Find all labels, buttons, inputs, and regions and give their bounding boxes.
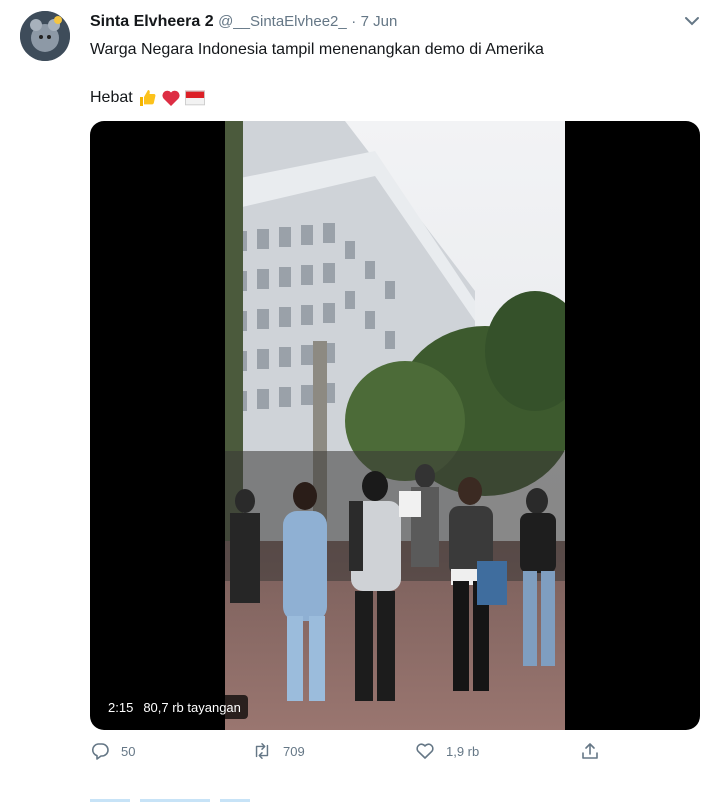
indonesia-flag-icon <box>184 88 205 108</box>
tweet[interactable]: Sinta Elvheera 2 @__SintaElvhee2_ · 7 Ju… <box>0 0 720 802</box>
tweet-header: Sinta Elvheera 2 @__SintaElvhee2_ · 7 Ju… <box>90 13 397 31</box>
video-view-count: 80,7 rb tayangan <box>143 699 241 715</box>
video-duration: 2:15 <box>108 699 134 715</box>
reply-count: 50 <box>121 743 136 759</box>
video-player[interactable]: 2:15 80,7 rb tayangan <box>90 121 700 730</box>
tweet-text-line-1: Warga Negara Indonesia tampil menenangka… <box>90 41 544 58</box>
tweet-timestamp[interactable]: 7 Jun <box>361 13 398 30</box>
like-count: 1,9 rb <box>446 743 480 759</box>
reply-icon <box>91 743 109 760</box>
chevron-down-icon[interactable] <box>683 14 701 28</box>
tweet-text-line-2: Hebat <box>90 88 205 108</box>
thumbs-up-icon <box>137 88 157 108</box>
display-name[interactable]: Sinta Elvheera 2 <box>90 13 214 30</box>
avatar[interactable] <box>20 11 70 61</box>
share-button[interactable] <box>580 741 600 761</box>
separator: · <box>351 13 357 30</box>
tweet-actions: 50 709 1,9 rb <box>90 741 620 767</box>
like-button[interactable]: 1,9 rb <box>415 741 479 761</box>
video-info-overlay: 2:15 80,7 rb tayangan <box>101 695 248 719</box>
heart-outline-icon <box>416 743 434 759</box>
user-handle[interactable]: @__SintaElvhee2_ <box>218 13 347 30</box>
reply-button[interactable]: 50 <box>90 741 135 761</box>
retweet-button[interactable]: 709 <box>252 741 305 761</box>
video-frame[interactable] <box>225 121 565 730</box>
retweet-icon <box>255 743 269 759</box>
truncated-footer-link[interactable] <box>90 793 290 805</box>
heart-icon <box>161 88 181 108</box>
retweet-count: 709 <box>283 743 305 759</box>
share-icon <box>582 743 598 759</box>
tweet-text-word: Hebat <box>90 89 133 106</box>
